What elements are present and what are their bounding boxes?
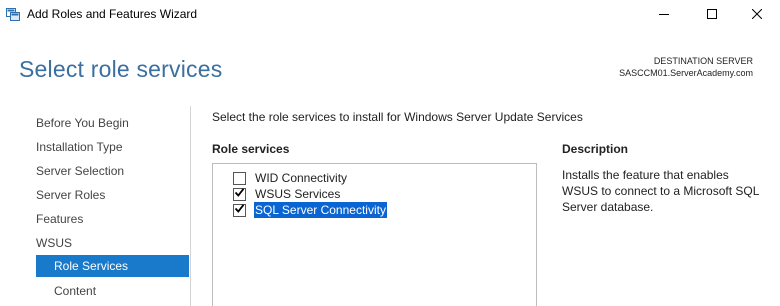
maximize-icon xyxy=(707,6,717,24)
nav-item-wsus[interactable]: WSUS xyxy=(36,232,72,254)
nav-item-role-services[interactable]: Role Services xyxy=(36,255,189,277)
title-bar: Add Roles and Features Wizard xyxy=(0,0,780,30)
wid-connectivity-checkbox[interactable] xyxy=(233,171,246,185)
close-icon xyxy=(751,6,763,24)
nav-item-features[interactable]: Features xyxy=(36,208,83,230)
minimize-icon xyxy=(659,6,669,24)
list-item[interactable]: SQL Server Connectivity xyxy=(233,201,388,219)
description-text: Installs the feature that enables WSUS t… xyxy=(562,168,759,214)
list-item[interactable]: WID Connectivity xyxy=(233,170,348,186)
maximize-button[interactable] xyxy=(689,0,735,30)
wsus-services-label[interactable]: WSUS Services xyxy=(254,186,341,202)
nav-item-server-roles[interactable]: Server Roles xyxy=(36,184,105,206)
role-services-list[interactable]: WID Connectivity WSUS Services SQL Serve… xyxy=(212,163,537,306)
close-button[interactable] xyxy=(734,0,780,30)
server-manager-icon xyxy=(6,8,20,21)
nav-item-content[interactable]: Content xyxy=(54,280,96,302)
page-title: Select role services xyxy=(19,56,223,82)
minimize-button[interactable] xyxy=(641,0,687,30)
sql-server-connectivity-label[interactable]: SQL Server Connectivity xyxy=(253,201,388,219)
nav-item-installation-type[interactable]: Installation Type xyxy=(36,136,123,158)
window-title: Add Roles and Features Wizard xyxy=(27,7,198,21)
role-services-header: Role services xyxy=(212,142,290,156)
sql-server-connectivity-checkbox[interactable] xyxy=(233,201,246,219)
instruction-text: Select the role services to install for … xyxy=(212,110,583,124)
nav-item-server-selection[interactable]: Server Selection xyxy=(36,160,124,182)
destination-server-value: SASCCM01.ServerAcademy.com xyxy=(619,68,753,78)
list-item[interactable]: WSUS Services xyxy=(233,186,341,202)
destination-server-label: DESTINATION SERVER xyxy=(653,56,753,66)
wid-connectivity-label[interactable]: WID Connectivity xyxy=(254,170,348,186)
wsus-services-checkbox[interactable] xyxy=(233,187,246,201)
nav-divider xyxy=(190,106,191,306)
nav-item-before-you-begin[interactable]: Before You Begin xyxy=(36,112,129,134)
wizard-nav: Before You Begin Installation Type Serve… xyxy=(0,109,190,306)
description-header: Description xyxy=(562,142,629,156)
checkmark-icon xyxy=(234,201,245,219)
